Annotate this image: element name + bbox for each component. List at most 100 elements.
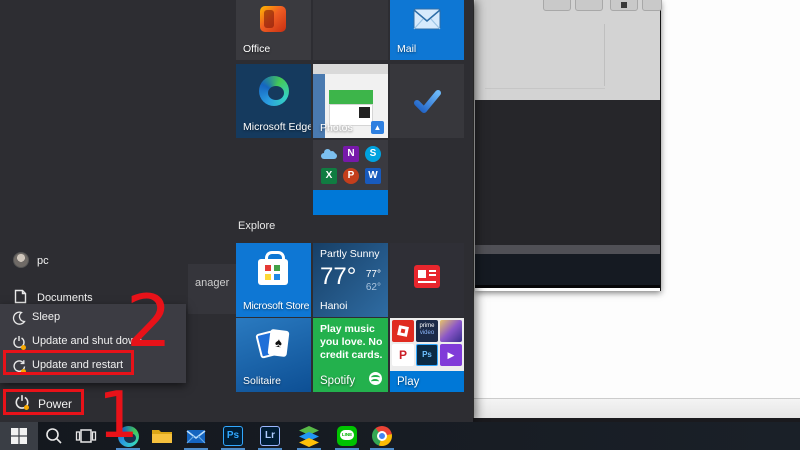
weather-low: 62° <box>366 282 381 293</box>
weather-temperature: 77° <box>320 263 356 291</box>
tile-label: Play <box>397 376 419 388</box>
app-window-toolbar-area <box>475 0 660 100</box>
app-window-canvas <box>475 100 660 245</box>
explore-section-header: Explore <box>238 220 275 232</box>
panel-divider <box>604 24 605 86</box>
word-icon: W <box>365 168 381 184</box>
edge-logo-icon <box>259 76 289 106</box>
tile-mail[interactable]: Mail <box>390 0 464 60</box>
tile-office-folder[interactable]: N S X P W <box>313 140 388 215</box>
excel-icon: X <box>321 168 337 184</box>
tile-news[interactable] <box>390 243 464 317</box>
line-icon: LINE <box>337 426 357 446</box>
news-icon <box>414 265 440 288</box>
toolbar-button[interactable] <box>642 0 662 11</box>
tile-empty[interactable] <box>313 0 388 60</box>
panel-divider <box>485 88 605 89</box>
powerpoint-icon: P <box>343 168 359 184</box>
tile-label: Microsoft Edge <box>243 121 311 133</box>
tile-photos[interactable]: Photos ▲ <box>313 64 388 138</box>
tile-weather[interactable]: Partly Sunny 77° 77° 62° Hanoi <box>313 243 388 317</box>
mail-icon <box>185 425 207 447</box>
weather-high: 77° <box>366 269 381 280</box>
chrome-taskbar-button[interactable] <box>371 425 393 447</box>
photoshop-mini-icon: Ps <box>416 344 438 366</box>
sleep-moon-icon <box>12 311 26 325</box>
spade-card-icon: ♠ <box>267 329 289 357</box>
photo-qr-code <box>359 107 370 118</box>
tile-todo[interactable] <box>390 64 464 138</box>
app-list-item-label: anager <box>195 277 229 289</box>
game-icon <box>440 320 462 342</box>
toolbar-button[interactable] <box>575 0 603 11</box>
background-app-window <box>475 0 661 291</box>
search-icon <box>43 425 65 447</box>
tile-microsoft-store[interactable]: Microsoft Store <box>236 243 311 317</box>
mail-taskbar-button[interactable] <box>185 425 207 447</box>
prime-video-icon: primevideo <box>416 320 438 342</box>
stop-glyph-icon <box>621 2 627 8</box>
lightroom-taskbar-button[interactable]: Lr <box>259 425 281 447</box>
lightroom-icon: Lr <box>260 426 280 446</box>
menu-item-label: Sleep <box>32 311 60 323</box>
photoshop-taskbar-button[interactable]: Ps <box>222 425 244 447</box>
bluestacks-icon <box>298 425 320 447</box>
app-window-strip <box>475 245 660 254</box>
tile-label: Solitaire <box>243 375 281 387</box>
white-window-status-bar <box>474 398 800 418</box>
task-view-icon <box>75 425 97 447</box>
photoshop-icon: Ps <box>223 426 243 446</box>
skype-icon: S <box>365 146 381 162</box>
annotation-box-power <box>3 389 84 415</box>
roblox-icon <box>392 320 414 342</box>
spotify-logo-icon <box>369 372 382 385</box>
todo-check-icon <box>411 85 443 117</box>
movies-tv-icon: ▶ <box>440 344 462 366</box>
tile-office[interactable]: Office <box>236 0 311 60</box>
spotify-promo-text: Play music you love. No credit cards. <box>320 323 384 362</box>
annotation-step-2: 2 <box>126 285 172 357</box>
documents-icon[interactable] <box>14 289 27 304</box>
file-explorer-button[interactable] <box>151 425 173 447</box>
app-window-footer <box>475 254 660 288</box>
tile-microsoft-edge[interactable]: Microsoft Edge <box>236 64 311 138</box>
photo-thumbnail <box>313 64 388 74</box>
photo-thumbnail <box>329 90 373 104</box>
pinterest-icon: P <box>392 344 414 366</box>
documents-label[interactable]: Documents <box>37 292 93 304</box>
start-button[interactable] <box>0 422 38 450</box>
bluestacks-taskbar-button[interactable] <box>298 425 320 447</box>
office-logo-icon <box>260 6 286 32</box>
search-button[interactable] <box>43 425 65 447</box>
tile-label: Spotify <box>320 375 355 387</box>
tile-spotify[interactable]: Play music you love. No credit cards. Sp… <box>313 318 388 392</box>
app-list-item-partial[interactable]: anager <box>188 264 236 314</box>
task-view-button[interactable] <box>75 425 97 447</box>
weather-city: Hanoi <box>320 300 347 312</box>
folder-tile-banner <box>313 190 388 215</box>
annotation-step-1: 1 <box>98 384 139 448</box>
line-taskbar-button[interactable]: LINE <box>336 425 358 447</box>
tile-play-folder[interactable]: primevideo P Ps ▶ Play <box>390 318 464 392</box>
toolbar-button[interactable] <box>610 0 638 11</box>
tile-solitaire[interactable]: ♠ Solitaire <box>236 318 311 392</box>
folder-icon <box>151 425 173 447</box>
weather-condition: Partly Sunny <box>320 248 380 260</box>
tile-label: Microsoft Store <box>243 300 309 312</box>
tile-label: Photos <box>320 122 353 134</box>
tile-label: Office <box>243 43 270 55</box>
store-bag-icon <box>258 259 288 285</box>
user-avatar[interactable] <box>13 252 29 268</box>
onedrive-icon <box>321 149 337 159</box>
mail-envelope-icon <box>413 8 441 30</box>
user-name-label[interactable]: pc <box>37 255 49 267</box>
annotation-box-update-restart <box>3 350 134 375</box>
chrome-icon <box>372 426 392 446</box>
onenote-icon: N <box>343 146 359 162</box>
tile-label: Mail <box>397 43 416 55</box>
play-folder-banner: Play <box>390 371 464 392</box>
windows-logo-icon <box>11 428 27 444</box>
toolbar-button[interactable] <box>543 0 571 11</box>
photos-app-icon: ▲ <box>371 121 384 134</box>
desktop: anager pc Documents Sleep <box>0 0 800 450</box>
